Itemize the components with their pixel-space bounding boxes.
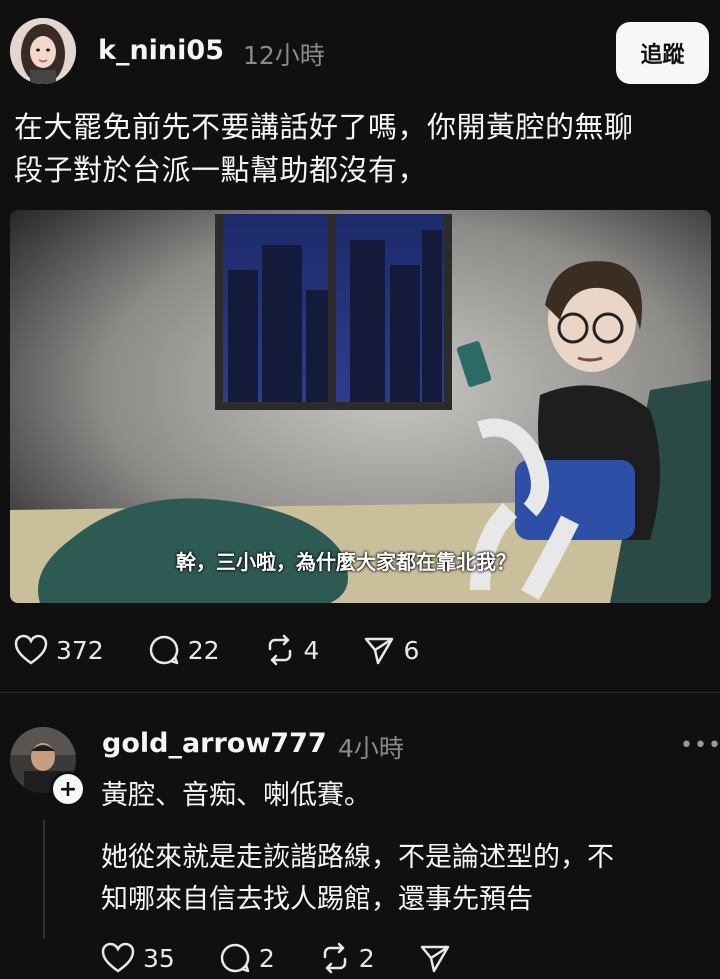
speech-bubble-icon [220,943,250,973]
share-count: 6 [403,635,420,665]
post-media-image[interactable] [10,210,711,603]
reply-text-line: 她從來就是走詼諧路線，不是論述型的，不 [101,842,614,873]
reply-action-bar: 35 2 2 [101,942,503,974]
post-action-bar: 372 22 4 6 [14,634,463,666]
follow-button[interactable]: 追蹤 [616,22,709,84]
divider [0,692,720,693]
comment-button[interactable]: 2 [219,942,275,974]
media-subtitle: 幹，三小啦，為什麼大家都在靠北我？ [176,550,516,574]
like-count: 372 [56,635,104,665]
repost-button[interactable]: 2 [319,942,375,974]
speech-bubble-icon [149,635,179,665]
like-count: 35 [143,943,175,973]
reply-text-line: 知哪來自信去找人踢館，還事先預告 [101,884,533,915]
comment-count: 22 [187,635,220,665]
author-username[interactable]: k_nini05 [98,35,224,66]
cartoon-illustration [10,210,711,603]
heart-icon [101,942,135,973]
share-button[interactable]: 6 [363,634,419,666]
reply-username[interactable]: gold_arrow777 [102,728,327,759]
reply-timestamp: 4小時 [338,734,404,763]
repost-button[interactable]: 4 [264,634,320,666]
like-button[interactable]: 35 [101,942,175,974]
reply-text-line: 黃腔、音痴、喇低賽。 [101,780,371,811]
comment-button[interactable]: 22 [148,634,220,666]
post-body: 在大罷免前先不要講話好了嗎，你開黃腔的無聊 段子對於台派一點幫助都沒有， [14,106,714,192]
share-button[interactable] [419,942,459,974]
paper-plane-icon [365,637,394,665]
paper-plane-icon [420,945,449,973]
post-text-line: 段子對於台派一點幫助都沒有， [14,153,428,187]
comment-count: 2 [258,943,275,973]
heart-icon [14,634,48,665]
post-text-line: 在大罷免前先不要講話好了嗎，你開黃腔的無聊 [14,110,634,144]
post-timestamp: 12小時 [243,41,325,70]
more-options-icon[interactable]: ••• [680,733,720,758]
like-button[interactable]: 372 [14,634,104,666]
thread-connector [43,820,45,938]
repost-count: 2 [358,943,375,973]
repost-count: 4 [303,635,320,665]
repost-icon [323,942,346,974]
follow-plus-button[interactable]: + [50,771,86,807]
repost-icon [268,634,291,666]
author-avatar[interactable] [10,18,76,84]
